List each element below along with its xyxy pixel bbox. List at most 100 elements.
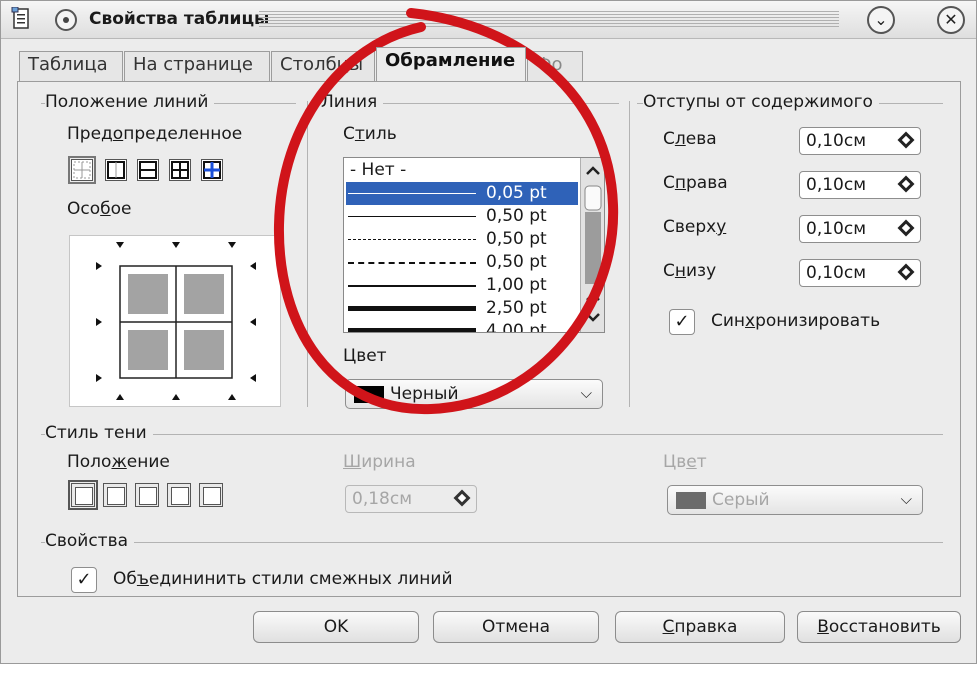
list-item[interactable]: 0,50 pt bbox=[346, 228, 578, 251]
title-grip bbox=[259, 11, 839, 29]
list-item[interactable]: - Нет - bbox=[346, 159, 578, 182]
list-item[interactable]: 0,50 pt bbox=[346, 251, 578, 274]
line-sample bbox=[348, 262, 476, 264]
chevron-down-icon: ⌄ bbox=[874, 10, 888, 29]
shadow-position-label: Положение bbox=[67, 452, 170, 472]
spacing-group-label: Отступы от содержимого bbox=[643, 92, 879, 112]
tab-borders[interactable]: Обрамление bbox=[376, 47, 526, 81]
spacing-top-label: Сверху bbox=[663, 217, 727, 237]
merge-adjacent-label: Объедининить стили смежных линий bbox=[113, 569, 453, 589]
no-borders-icon bbox=[73, 161, 91, 179]
preset-outer-horizontal-button[interactable] bbox=[137, 159, 159, 181]
shadow-width-label: Ширина bbox=[343, 452, 416, 472]
line-sample bbox=[348, 285, 476, 287]
preset-no-borders-button[interactable] bbox=[68, 156, 96, 184]
spacing-bottom-field[interactable]: 0,10см bbox=[799, 259, 921, 287]
shadow-color-dropdown[interactable]: Серый ⌵ bbox=[667, 485, 923, 515]
list-item[interactable]: 0,05 pt bbox=[346, 182, 578, 205]
close-icon: ✕ bbox=[944, 10, 958, 29]
user-defined-label: Особое bbox=[67, 199, 132, 219]
title-bar: Свойства таблицы ⌄ ✕ bbox=[1, 1, 976, 39]
color-swatch bbox=[354, 386, 384, 403]
line-style-scrollbar[interactable] bbox=[580, 158, 604, 332]
line-style-label: Стиль bbox=[343, 124, 397, 144]
spin-icon[interactable] bbox=[897, 175, 915, 193]
help-button[interactable]: Справка bbox=[615, 611, 785, 643]
tab-table[interactable]: Таблица bbox=[19, 51, 123, 81]
list-item[interactable]: 4,00 pt bbox=[346, 320, 578, 332]
spin-icon[interactable] bbox=[897, 131, 915, 149]
close-button[interactable]: ✕ bbox=[937, 6, 965, 34]
chevron-down-icon bbox=[586, 313, 600, 322]
tab-background[interactable]: Фо bbox=[527, 51, 583, 81]
shadow-top-left-button[interactable] bbox=[199, 483, 223, 507]
line-sample bbox=[348, 306, 476, 311]
group-divider bbox=[41, 434, 943, 435]
inner-borders-icon bbox=[203, 161, 221, 179]
scrollbar-graphic bbox=[584, 166, 602, 322]
properties-group-label: Свойства bbox=[45, 531, 135, 551]
group-divider bbox=[41, 542, 943, 543]
line-group-label: Линия bbox=[321, 92, 384, 112]
predefined-label: Предопределенное bbox=[67, 124, 243, 144]
shadow-none-button[interactable] bbox=[68, 480, 98, 510]
shadow-top-right-button[interactable] bbox=[135, 483, 159, 507]
spacing-right-label: Справа bbox=[663, 173, 728, 193]
group-divider bbox=[307, 101, 308, 407]
spin-icon[interactable] bbox=[897, 219, 915, 237]
list-item[interactable]: 2,50 pt bbox=[346, 297, 578, 320]
checkmark-icon: ✓ bbox=[76, 569, 92, 590]
line-sample bbox=[348, 239, 476, 240]
shadow-group-label: Стиль тени bbox=[45, 423, 153, 443]
minimize-button[interactable]: ⌄ bbox=[867, 6, 895, 34]
line-style-listbox[interactable]: - Нет - 0,05 pt 0,50 pt 0,50 pt 0,50 pt … bbox=[343, 157, 605, 333]
line-color-dropdown[interactable]: Черный ⌵ bbox=[345, 379, 603, 409]
all-borders-icon bbox=[171, 161, 189, 179]
shadow-width-field[interactable]: 0,18см bbox=[345, 485, 477, 513]
shadow-bottom-left-button[interactable] bbox=[167, 483, 191, 507]
window-title: Свойства таблицы bbox=[89, 9, 270, 29]
checkmark-icon: ✓ bbox=[674, 311, 690, 332]
color-swatch bbox=[676, 492, 706, 509]
spacing-left-label: Слева bbox=[663, 129, 717, 149]
line-sample bbox=[348, 193, 476, 194]
table-properties-dialog: Свойства таблицы ⌄ ✕ Таблица На странице… bbox=[0, 0, 977, 664]
stage: Свойства таблицы ⌄ ✕ Таблица На странице… bbox=[0, 0, 977, 700]
spacing-right-field[interactable]: 0,10см bbox=[799, 171, 921, 199]
line-sample bbox=[348, 328, 476, 332]
chevron-up-icon bbox=[586, 292, 600, 301]
list-item[interactable]: 0,50 pt bbox=[346, 205, 578, 228]
spacing-left-field[interactable]: 0,10см bbox=[799, 127, 921, 155]
ok-button[interactable]: OK bbox=[253, 611, 419, 643]
spin-icon[interactable] bbox=[897, 263, 915, 281]
border-preview-diagram bbox=[96, 242, 256, 400]
border-preview[interactable] bbox=[69, 235, 281, 407]
tab-text-flow[interactable]: На странице bbox=[124, 51, 270, 81]
line-color-label: Цвет bbox=[343, 346, 387, 366]
shadow-color-label: Цвет bbox=[663, 452, 707, 472]
reset-button[interactable]: Восстановить bbox=[797, 611, 961, 643]
merge-adjacent-checkbox[interactable]: ✓ bbox=[71, 567, 97, 593]
window-menu-button[interactable] bbox=[55, 9, 77, 31]
spacing-top-field[interactable]: 0,10см bbox=[799, 215, 921, 243]
synchronize-label: Синхронизировать bbox=[711, 311, 881, 331]
cancel-button[interactable]: Отмена bbox=[433, 611, 599, 643]
spacing-bottom-label: Снизу bbox=[663, 261, 717, 281]
tab-columns[interactable]: Столбцы bbox=[271, 51, 375, 81]
synchronize-checkbox[interactable]: ✓ bbox=[669, 309, 695, 335]
outer-horizontal-border-icon bbox=[139, 161, 157, 179]
list-item[interactable]: 1,00 pt bbox=[346, 274, 578, 297]
line-sample bbox=[348, 216, 476, 217]
document-icon bbox=[11, 7, 29, 29]
preset-inner-borders-button[interactable] bbox=[201, 159, 223, 181]
spin-icon[interactable] bbox=[453, 489, 471, 507]
preset-all-borders-button[interactable] bbox=[169, 159, 191, 181]
chevron-down-icon: ⌵ bbox=[900, 490, 912, 508]
line-arrangement-label: Положение линий bbox=[45, 92, 215, 112]
group-divider bbox=[629, 101, 630, 407]
shadow-bottom-right-button[interactable] bbox=[103, 483, 127, 507]
chevron-down-icon: ⌵ bbox=[580, 384, 592, 402]
preset-outer-border-button[interactable] bbox=[105, 159, 127, 181]
outer-border-icon bbox=[107, 161, 125, 179]
chevron-up-icon bbox=[586, 166, 600, 175]
